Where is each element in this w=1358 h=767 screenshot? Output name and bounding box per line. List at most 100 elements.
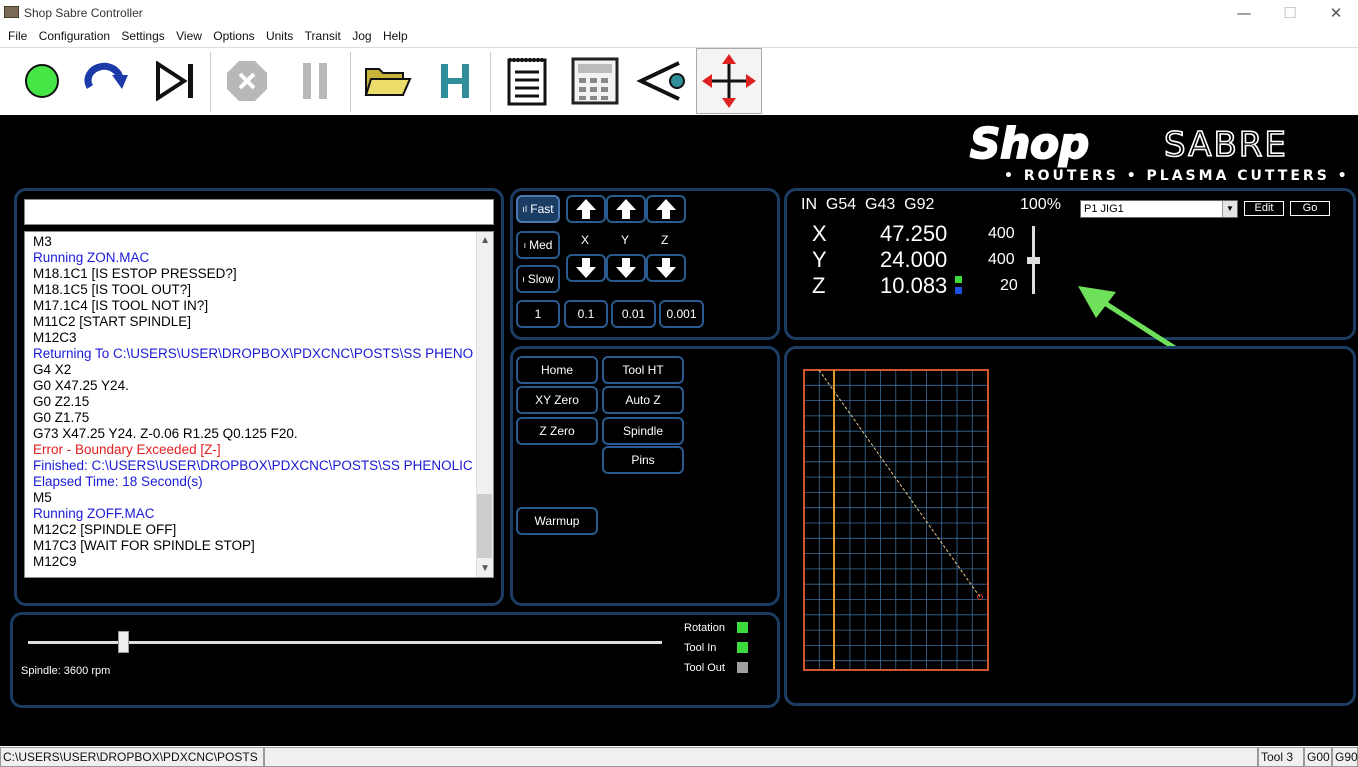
menu-transit[interactable]: Transit xyxy=(305,26,341,43)
feed-slider-thumb[interactable] xyxy=(1027,257,1040,264)
spindle-slider-thumb[interactable] xyxy=(118,631,130,653)
arrow-up-icon xyxy=(656,199,676,219)
scroll-thumb[interactable] xyxy=(477,494,492,558)
dro-y-value: 24.000 xyxy=(880,247,948,272)
view-icon xyxy=(636,61,685,101)
tool-out-indicator xyxy=(737,662,748,673)
dro-z-value: 10.083 xyxy=(880,273,948,298)
jog-y-plus-button[interactable] xyxy=(606,195,646,223)
dro-z-label: Z xyxy=(812,273,826,298)
rotation-indicator xyxy=(737,622,748,633)
log-line: M18.1C1 [IS ESTOP PRESSED?] xyxy=(33,266,237,281)
step-0-01-button[interactable]: 0.01 xyxy=(611,300,656,328)
menu-file[interactable]: File xyxy=(8,26,27,43)
edit-button[interactable]: Edit xyxy=(1244,201,1284,216)
log-line: M5 xyxy=(33,490,52,505)
menu-options[interactable]: Options xyxy=(213,26,254,43)
z-status-green xyxy=(955,276,962,283)
scroll-down-icon[interactable]: ▼ xyxy=(480,563,490,574)
home-h-icon xyxy=(441,64,469,98)
jog-x-minus-button[interactable] xyxy=(566,254,606,282)
run-button[interactable] xyxy=(14,48,70,114)
warmup-button[interactable]: Warmup xyxy=(516,507,598,535)
tool-ht-button[interactable]: Tool HT xyxy=(602,356,684,384)
speed-med-button[interactable]: ı Med xyxy=(516,231,560,259)
maximize-button[interactable]: ☐ xyxy=(1270,2,1310,24)
step-0-001-button[interactable]: 0.001 xyxy=(659,300,704,328)
rewind-button[interactable] xyxy=(78,48,136,114)
feed-override: 100% xyxy=(1020,196,1061,213)
title-bar: Shop Sabre Controller — ☐ ✕ xyxy=(0,0,1358,26)
rewind-icon xyxy=(84,62,128,89)
run-icon xyxy=(25,64,59,98)
notes-icon xyxy=(507,58,547,106)
status-gmode: G00 xyxy=(1304,747,1332,767)
step-1-button[interactable]: 1 xyxy=(516,300,560,328)
spindle-panel xyxy=(10,612,780,708)
menu-settings[interactable]: Settings xyxy=(121,26,164,43)
spindle-button[interactable]: Spindle xyxy=(602,417,684,445)
auto-z-button[interactable]: Auto Z xyxy=(602,386,684,414)
folder-icon xyxy=(364,68,412,96)
dro-y-label: Y xyxy=(812,247,827,272)
menu-help[interactable]: Help xyxy=(383,26,408,43)
log-scrollbar[interactable]: ▲ ▼ xyxy=(476,232,493,577)
tool-in-indicator xyxy=(737,642,748,653)
stop-button[interactable] xyxy=(218,48,276,114)
notes-button[interactable] xyxy=(498,48,556,114)
app-icon xyxy=(4,6,19,18)
arrow-up-icon xyxy=(616,199,636,219)
jog-z-plus-button[interactable] xyxy=(646,195,686,223)
jog-y-minus-button[interactable] xyxy=(606,254,646,282)
status-tool: Tool 3 xyxy=(1258,747,1304,767)
speed-slow-button[interactable]: ı Slow xyxy=(516,265,560,293)
home-action-button[interactable]: Home xyxy=(516,356,598,384)
status-blank xyxy=(264,747,1258,767)
menu-configuration[interactable]: Configuration xyxy=(39,26,110,43)
arrow-down-icon xyxy=(656,258,676,278)
dro-z-rate: 20 xyxy=(1000,277,1018,294)
log-line: Finished: C:\USERS\USER\DROPBOX\PDXCNC\P… xyxy=(33,458,473,473)
step-button[interactable] xyxy=(146,48,204,114)
xy-zero-button[interactable]: XY Zero xyxy=(516,386,598,414)
log-line: M17.1C4 [IS TOOL NOT IN?] xyxy=(33,298,209,313)
rotation-label: Rotation xyxy=(684,622,725,634)
axis-label-x: X xyxy=(581,233,590,247)
log-line: Running ZON.MAC xyxy=(33,250,150,265)
arrow-up-icon xyxy=(576,199,596,219)
calculator-button[interactable] xyxy=(564,48,626,114)
pause-button[interactable] xyxy=(286,48,344,114)
home-button[interactable] xyxy=(426,48,484,114)
menu-view[interactable]: View xyxy=(176,26,202,43)
go-button[interactable]: Go xyxy=(1290,201,1330,216)
axis-label-z: Z xyxy=(661,233,669,247)
z-zero-button[interactable]: Z Zero xyxy=(516,417,598,445)
mdi-input[interactable] xyxy=(24,199,494,225)
tool-in-label: Tool In xyxy=(684,642,717,654)
dro-x-value: 47.250 xyxy=(880,221,948,246)
dro-y-rate: 400 xyxy=(988,251,1015,268)
log-line: M12C2 [SPINDLE OFF] xyxy=(33,522,177,537)
log-line: Running ZOFF.MAC xyxy=(33,506,155,521)
job-select[interactable]: P1 JIG1 ▼ xyxy=(1080,200,1238,218)
toolpath-view xyxy=(803,369,989,671)
calculator-icon xyxy=(571,57,619,105)
scroll-up-icon[interactable]: ▲ xyxy=(480,235,490,246)
minimize-button[interactable]: — xyxy=(1224,2,1264,24)
menu-jog[interactable]: Jog xyxy=(352,26,371,43)
menu-units[interactable]: Units xyxy=(266,26,293,43)
open-file-button[interactable] xyxy=(358,48,418,114)
speed-fast-button[interactable]: ıǀ Fast xyxy=(516,195,560,223)
shopsabre-logo: Shop SABRE • ROUTERS • PLASMA CUTTERS • xyxy=(969,122,1347,184)
pins-button[interactable]: Pins xyxy=(602,446,684,474)
jog-button[interactable] xyxy=(696,48,762,114)
jog-z-minus-button[interactable] xyxy=(646,254,686,282)
message-log: M3 Running ZON.MAC M18.1C1 [IS ESTOP PRESS… xyxy=(24,231,494,578)
chevron-down-icon[interactable]: ▼ xyxy=(1222,201,1237,217)
arrow-down-icon xyxy=(616,258,636,278)
jog-x-plus-button[interactable] xyxy=(566,195,606,223)
view-button[interactable] xyxy=(632,48,692,114)
log-line: M18.1C5 [IS TOOL OUT?] xyxy=(33,282,192,297)
step-0-1-button[interactable]: 0.1 xyxy=(564,300,608,328)
close-button[interactable]: ✕ xyxy=(1316,2,1356,24)
